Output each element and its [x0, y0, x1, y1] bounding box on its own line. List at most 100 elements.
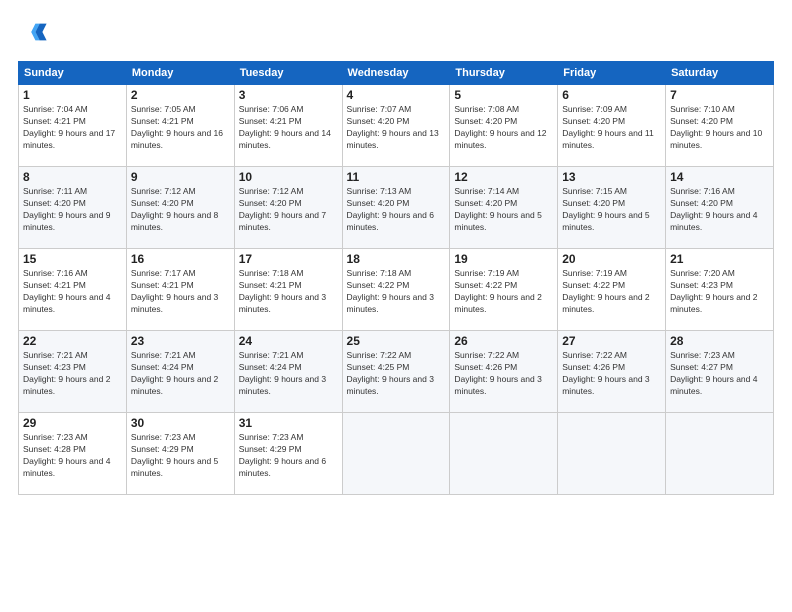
day-info: Sunrise: 7:06 AMSunset: 4:21 PMDaylight:…: [239, 104, 338, 152]
page: SundayMondayTuesdayWednesdayThursdayFrid…: [0, 0, 792, 612]
calendar-cell: 7 Sunrise: 7:10 AMSunset: 4:20 PMDaylight…: [666, 85, 774, 167]
day-number: 28: [670, 334, 769, 348]
calendar-week-row: 15 Sunrise: 7:16 AMSunset: 4:21 PMDayligh…: [19, 249, 774, 331]
calendar-cell: [558, 413, 666, 495]
weekday-header: Thursday: [450, 62, 558, 85]
calendar-cell: 6 Sunrise: 7:09 AMSunset: 4:20 PMDaylight…: [558, 85, 666, 167]
header: [18, 18, 774, 51]
calendar-cell: 10Sunrise: 7:12 AMSunset: 4:20 PMDayligh…: [234, 167, 342, 249]
day-number: 1: [23, 88, 122, 102]
calendar-cell: [666, 413, 774, 495]
day-number: 11: [347, 170, 446, 184]
calendar-cell: 26 Sunrise: 7:22 AMSunset: 4:26 PMDayligh…: [450, 331, 558, 413]
day-info: Sunrise: 7:19 AMSunset: 4:22 PMDaylight:…: [562, 268, 661, 316]
day-number: 8: [23, 170, 122, 184]
calendar-week-row: 22Sunrise: 7:21 AMSunset: 4:23 PMDayligh…: [19, 331, 774, 413]
day-info: Sunrise: 7:10 AMSunset: 4:20 PMDaylight:…: [670, 104, 769, 152]
day-info: Sunrise: 7:20 AMSunset: 4:23 PMDaylight:…: [670, 268, 769, 316]
calendar-cell: 8Sunrise: 7:11 AMSunset: 4:20 PMDaylight…: [19, 167, 127, 249]
day-info: Sunrise: 7:12 AMSunset: 4:20 PMDaylight:…: [239, 186, 338, 234]
day-info: Sunrise: 7:23 AMSunset: 4:29 PMDaylight:…: [131, 432, 230, 480]
calendar-cell: 2Sunrise: 7:05 AMSunset: 4:21 PMDaylight…: [126, 85, 234, 167]
calendar-cell: 27 Sunrise: 7:22 AMSunset: 4:26 PMDayligh…: [558, 331, 666, 413]
day-info: Sunrise: 7:19 AMSunset: 4:22 PMDaylight:…: [454, 268, 553, 316]
day-number: 9: [131, 170, 230, 184]
calendar-cell: [450, 413, 558, 495]
day-info: Sunrise: 7:21 AMSunset: 4:24 PMDaylight:…: [131, 350, 230, 398]
day-number: 20: [562, 252, 661, 266]
calendar-cell: [342, 413, 450, 495]
calendar-cell: 3 Sunrise: 7:06 AMSunset: 4:21 PMDaylight…: [234, 85, 342, 167]
day-info: Sunrise: 7:08 AMSunset: 4:20 PMDaylight:…: [454, 104, 553, 152]
day-number: 4: [347, 88, 446, 102]
calendar-cell: 19 Sunrise: 7:19 AMSunset: 4:22 PMDayligh…: [450, 249, 558, 331]
day-info: Sunrise: 7:16 AMSunset: 4:20 PMDaylight:…: [670, 186, 769, 234]
weekday-header: Sunday: [19, 62, 127, 85]
day-info: Sunrise: 7:09 AMSunset: 4:20 PMDaylight:…: [562, 104, 661, 152]
day-number: 29: [23, 416, 122, 430]
weekday-header: Saturday: [666, 62, 774, 85]
calendar-cell: 23Sunrise: 7:21 AMSunset: 4:24 PMDayligh…: [126, 331, 234, 413]
day-number: 22: [23, 334, 122, 348]
calendar-cell: 30 Sunrise: 7:23 AMSunset: 4:29 PMDayligh…: [126, 413, 234, 495]
calendar-cell: 1 Sunrise: 7:04 AMSunset: 4:21 PMDaylight…: [19, 85, 127, 167]
day-number: 6: [562, 88, 661, 102]
calendar-cell: 15 Sunrise: 7:16 AMSunset: 4:21 PMDayligh…: [19, 249, 127, 331]
weekday-header: Monday: [126, 62, 234, 85]
day-number: 27: [562, 334, 661, 348]
calendar-week-row: 1 Sunrise: 7:04 AMSunset: 4:21 PMDaylight…: [19, 85, 774, 167]
calendar-cell: 18 Sunrise: 7:18 AMSunset: 4:22 PMDayligh…: [342, 249, 450, 331]
day-info: Sunrise: 7:05 AMSunset: 4:21 PMDaylight:…: [131, 104, 230, 152]
day-info: Sunrise: 7:23 AMSunset: 4:28 PMDaylight:…: [23, 432, 122, 480]
day-info: Sunrise: 7:04 AMSunset: 4:21 PMDaylight:…: [23, 104, 122, 152]
calendar-cell: 9Sunrise: 7:12 AMSunset: 4:20 PMDaylight…: [126, 167, 234, 249]
day-info: Sunrise: 7:14 AMSunset: 4:20 PMDaylight:…: [454, 186, 553, 234]
day-number: 16: [131, 252, 230, 266]
day-number: 21: [670, 252, 769, 266]
day-number: 12: [454, 170, 553, 184]
calendar-week-row: 29 Sunrise: 7:23 AMSunset: 4:28 PMDayligh…: [19, 413, 774, 495]
calendar-cell: 12 Sunrise: 7:14 AMSunset: 4:20 PMDayligh…: [450, 167, 558, 249]
day-info: Sunrise: 7:07 AMSunset: 4:20 PMDaylight:…: [347, 104, 446, 152]
day-number: 26: [454, 334, 553, 348]
day-info: Sunrise: 7:18 AMSunset: 4:21 PMDaylight:…: [239, 268, 338, 316]
weekday-header: Tuesday: [234, 62, 342, 85]
calendar-cell: 21 Sunrise: 7:20 AMSunset: 4:23 PMDayligh…: [666, 249, 774, 331]
logo-icon: [20, 18, 48, 46]
calendar-cell: 11 Sunrise: 7:13 AMSunset: 4:20 PMDayligh…: [342, 167, 450, 249]
day-number: 17: [239, 252, 338, 266]
day-info: Sunrise: 7:16 AMSunset: 4:21 PMDaylight:…: [23, 268, 122, 316]
day-info: Sunrise: 7:22 AMSunset: 4:26 PMDaylight:…: [562, 350, 661, 398]
calendar-cell: 5 Sunrise: 7:08 AMSunset: 4:20 PMDaylight…: [450, 85, 558, 167]
calendar-cell: 13Sunrise: 7:15 AMSunset: 4:20 PMDayligh…: [558, 167, 666, 249]
day-number: 30: [131, 416, 230, 430]
calendar-table: SundayMondayTuesdayWednesdayThursdayFrid…: [18, 61, 774, 495]
weekday-header: Wednesday: [342, 62, 450, 85]
calendar-cell: 24 Sunrise: 7:21 AMSunset: 4:24 PMDayligh…: [234, 331, 342, 413]
day-info: Sunrise: 7:23 AMSunset: 4:29 PMDaylight:…: [239, 432, 338, 480]
calendar-header-row: SundayMondayTuesdayWednesdayThursdayFrid…: [19, 62, 774, 85]
calendar-cell: 28 Sunrise: 7:23 AMSunset: 4:27 PMDayligh…: [666, 331, 774, 413]
calendar-cell: 31Sunrise: 7:23 AMSunset: 4:29 PMDayligh…: [234, 413, 342, 495]
day-number: 19: [454, 252, 553, 266]
calendar-cell: 17 Sunrise: 7:18 AMSunset: 4:21 PMDayligh…: [234, 249, 342, 331]
calendar-body: 1 Sunrise: 7:04 AMSunset: 4:21 PMDaylight…: [19, 85, 774, 495]
day-number: 7: [670, 88, 769, 102]
day-number: 5: [454, 88, 553, 102]
day-info: Sunrise: 7:21 AMSunset: 4:24 PMDaylight:…: [239, 350, 338, 398]
day-number: 3: [239, 88, 338, 102]
day-number: 24: [239, 334, 338, 348]
calendar-cell: 4 Sunrise: 7:07 AMSunset: 4:20 PMDaylight…: [342, 85, 450, 167]
day-info: Sunrise: 7:15 AMSunset: 4:20 PMDaylight:…: [562, 186, 661, 234]
day-info: Sunrise: 7:23 AMSunset: 4:27 PMDaylight:…: [670, 350, 769, 398]
calendar-cell: 16Sunrise: 7:17 AMSunset: 4:21 PMDayligh…: [126, 249, 234, 331]
day-number: 18: [347, 252, 446, 266]
day-number: 15: [23, 252, 122, 266]
day-info: Sunrise: 7:18 AMSunset: 4:22 PMDaylight:…: [347, 268, 446, 316]
weekday-header: Friday: [558, 62, 666, 85]
calendar-week-row: 8Sunrise: 7:11 AMSunset: 4:20 PMDaylight…: [19, 167, 774, 249]
day-info: Sunrise: 7:13 AMSunset: 4:20 PMDaylight:…: [347, 186, 446, 234]
calendar-cell: 22Sunrise: 7:21 AMSunset: 4:23 PMDayligh…: [19, 331, 127, 413]
calendar-cell: 20 Sunrise: 7:19 AMSunset: 4:22 PMDayligh…: [558, 249, 666, 331]
day-info: Sunrise: 7:22 AMSunset: 4:26 PMDaylight:…: [454, 350, 553, 398]
